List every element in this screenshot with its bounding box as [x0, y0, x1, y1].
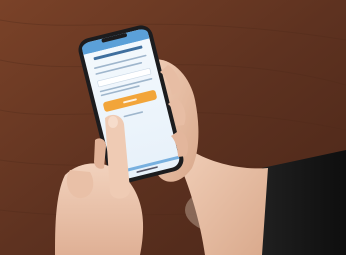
photo-frame [0, 0, 346, 255]
fingernail [108, 116, 118, 128]
scene [0, 0, 346, 255]
